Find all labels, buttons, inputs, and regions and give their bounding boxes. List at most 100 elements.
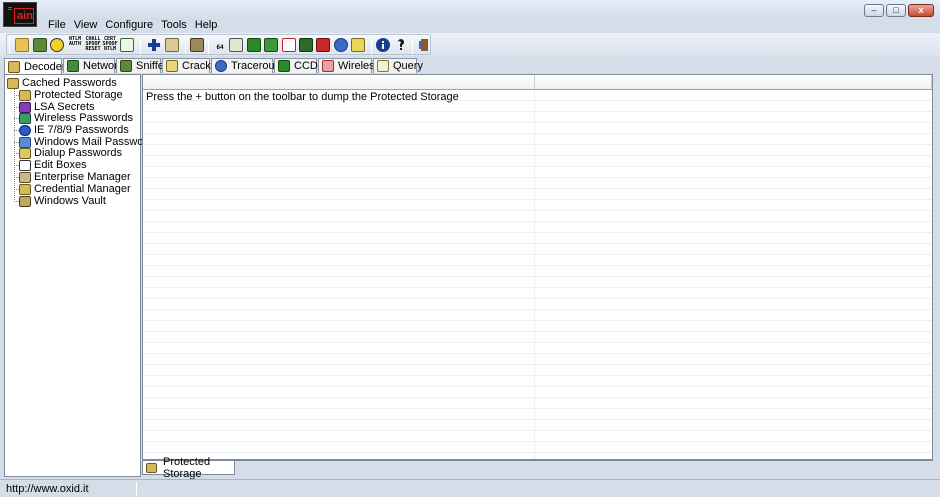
cert-spoof-icon[interactable]: CERT SPOOF NTLM	[102, 37, 118, 54]
key-icon	[146, 462, 157, 473]
key-icon	[19, 89, 31, 101]
column-header-1[interactable]	[143, 75, 535, 89]
tab-decoders[interactable]: Decoders	[4, 58, 71, 74]
vault-icon	[19, 195, 31, 207]
password-decoder-icon[interactable]	[229, 38, 243, 52]
menu-bar: File View Configure Tools Help	[44, 19, 221, 33]
toolbar-separator	[140, 37, 141, 54]
app-logo[interactable]: = ain	[3, 2, 37, 27]
tree-item-label: IE 7/8/9 Passwords	[34, 124, 129, 136]
tree-item-label: Protected Storage	[34, 89, 123, 101]
network-icon	[67, 60, 79, 72]
tab-network[interactable]: Network	[63, 58, 123, 73]
internet-explorer-icon	[19, 124, 31, 136]
wireless-icon	[322, 60, 334, 72]
tree-item-protected-storage[interactable]: Protected Storage	[19, 89, 123, 101]
apr-poison-icon[interactable]	[50, 38, 64, 52]
add-icon[interactable]	[147, 38, 161, 52]
remove-icon[interactable]	[165, 38, 179, 52]
menu-help[interactable]: Help	[191, 19, 222, 33]
maximize-icon: □	[893, 5, 899, 15]
tree-item-wireless-passwords[interactable]: Wireless Passwords	[19, 112, 133, 124]
app-logo-frame: ain	[14, 8, 34, 24]
cert-spoof-line-3: NTLM	[103, 46, 117, 52]
toolbar-band: NTLM AUTH CHALL SPOOF RESET CERT SPOOF N…	[6, 34, 431, 55]
minimize-icon: –	[871, 5, 877, 15]
terminal-icon[interactable]	[299, 38, 313, 52]
hash-calculator-icon[interactable]	[190, 38, 204, 52]
tab-ccdu[interactable]: CCDU	[274, 58, 326, 73]
tab-wireless[interactable]: Wireless	[318, 58, 380, 73]
toolbar: NTLM AUTH CHALL SPOOF RESET CERT SPOOF N…	[0, 33, 940, 56]
list-rows	[143, 90, 932, 459]
decoders-icon	[8, 60, 20, 73]
chall-spoof-line-3: RESET	[85, 46, 101, 52]
list-header	[143, 75, 932, 90]
tab-cracker[interactable]: Cracker	[162, 58, 221, 73]
edit-box-icon	[19, 159, 31, 171]
tree-root-cached-passwords[interactable]: Cached Passwords	[7, 77, 117, 89]
ntlm-auth-icon[interactable]: NTLM AUTH	[67, 37, 83, 54]
tree-item-ie-passwords[interactable]: IE 7/8/9 Passwords	[19, 124, 129, 136]
record-icon[interactable]	[316, 38, 330, 52]
tab-traceroute[interactable]: Traceroute	[211, 58, 284, 73]
decoder-tree: Cached Passwords Protected Storage LSA S…	[4, 74, 159, 477]
dialup-icon	[19, 147, 31, 159]
exit-icon[interactable]	[417, 38, 431, 52]
query-icon	[377, 60, 389, 72]
chall-spoof-icon[interactable]: CHALL SPOOF RESET	[85, 37, 101, 54]
base64-icon[interactable]: 64	[212, 37, 228, 54]
minimize-button[interactable]: –	[864, 4, 884, 17]
cached-passwords-icon	[7, 77, 19, 89]
start-sniffer-icon[interactable]	[33, 38, 47, 52]
tab-query-label: Query	[393, 60, 423, 72]
column-header-2[interactable]	[535, 75, 932, 89]
toolbar-separator	[412, 37, 413, 54]
cracker-icon	[166, 60, 178, 72]
close-icon: x	[918, 5, 924, 15]
wireless-passwords-icon	[19, 112, 31, 124]
close-button[interactable]: x	[908, 4, 934, 17]
windows-mail-icon	[19, 136, 31, 148]
tab-sniffer[interactable]: Sniffer	[116, 58, 168, 73]
ccdu-icon	[278, 60, 290, 72]
menu-configure[interactable]: Configure	[101, 19, 157, 33]
tab-query[interactable]: Query	[373, 58, 423, 73]
menu-file[interactable]: File	[44, 19, 70, 33]
menu-tools[interactable]: Tools	[157, 19, 191, 33]
tree-item-windows-vault[interactable]: Windows Vault	[19, 195, 106, 207]
status-url: http://www.oxid.it	[6, 483, 89, 495]
menu-view[interactable]: View	[70, 19, 102, 33]
toolbar-separator	[371, 37, 372, 54]
tree-root-label: Cached Passwords	[22, 77, 117, 89]
help-icon[interactable]	[394, 38, 408, 52]
tree-item-label: Dialup Passwords	[34, 147, 123, 159]
title-bar: – □ x	[0, 0, 940, 20]
enterprise-manager-icon	[19, 171, 31, 183]
open-folder-icon[interactable]	[15, 38, 29, 52]
info-icon[interactable]	[376, 38, 390, 52]
tree-item-credential-manager[interactable]: Credential Manager	[19, 183, 131, 195]
credential-manager-icon	[19, 183, 31, 195]
tree-item-enterprise-manager[interactable]: Enterprise Manager	[19, 171, 131, 183]
wireless-scan-icon[interactable]	[264, 38, 278, 52]
list-message: Press the + button on the toolbar to dum…	[146, 91, 459, 103]
network-config-icon[interactable]	[334, 38, 348, 52]
tree-item-label: Windows Vault	[34, 195, 106, 207]
results-list[interactable]: Press the + button on the toolbar to dum…	[142, 74, 933, 460]
rc-icon[interactable]	[282, 38, 296, 52]
monitor-icon[interactable]	[120, 38, 134, 52]
lsa-dump-icon[interactable]	[247, 38, 261, 52]
tree-item-label: Enterprise Manager	[34, 171, 131, 183]
tree-item-edit-boxes[interactable]: Edit Boxes	[19, 159, 87, 171]
sniffer-icon	[120, 60, 132, 72]
traceroute-icon	[215, 60, 227, 72]
tree-item-label: Edit Boxes	[34, 159, 87, 171]
tree-item-label: Credential Manager	[34, 183, 131, 195]
bottom-tab-protected-storage[interactable]: Protected Storage	[142, 456, 235, 480]
lsa-secrets-icon	[19, 101, 31, 113]
tree-item-dialup-passwords[interactable]: Dialup Passwords	[19, 147, 122, 159]
tree-item-label: Wireless Passwords	[34, 112, 134, 124]
maximize-button[interactable]: □	[886, 4, 906, 17]
report-icon[interactable]	[351, 38, 365, 52]
